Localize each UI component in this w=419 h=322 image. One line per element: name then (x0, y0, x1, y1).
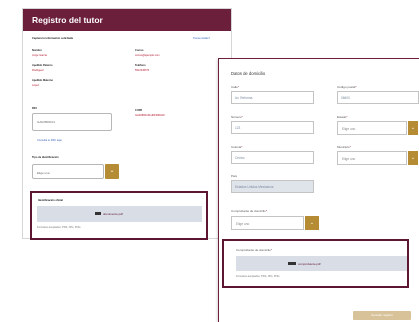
state-label: Estado* (337, 115, 348, 119)
id-upload-hint: Formatos aceptados: PDF, JPG, PNG (37, 226, 81, 229)
rfc-label: RFC (32, 107, 38, 110)
email-value: correo@ejemplo.com (135, 54, 160, 57)
postal-code-input-value: 06600 (341, 96, 350, 100)
id-type-select[interactable]: Elige una (32, 164, 104, 179)
municipality-select[interactable]: Elige uno (337, 151, 407, 165)
panel-header: Registro del tutor (23, 9, 231, 31)
section-label: Captura la información solicitada (32, 37, 73, 40)
file-icon (95, 212, 101, 215)
street-label: Calle* (231, 85, 240, 89)
id-upload-field[interactable]: documento.pdf (37, 206, 202, 222)
id-type-label: Tipo de identificación (32, 156, 59, 159)
state-select[interactable]: Elige uno (337, 121, 407, 135)
id-type-chevron-icon[interactable]: ⌄ (105, 164, 119, 179)
municipality-select-value: Elige uno (342, 157, 356, 161)
phone-value: 5512345678 (135, 69, 150, 72)
rfc-input[interactable]: GARJ800101 (32, 113, 112, 131)
maternal-name-label: Apellido Materno (32, 79, 54, 82)
save-button[interactable]: Guardar registro (353, 311, 411, 320)
colony-input-value: Centro (235, 156, 245, 160)
proof-type-chevron-icon[interactable]: ⌄ (305, 216, 319, 230)
email-label: Correo (135, 49, 144, 52)
municipality-chevron-icon[interactable]: ⌄ (408, 151, 418, 165)
proof-upload-highlight (222, 239, 409, 288)
first-name-value: Jorge Garcia (32, 54, 47, 57)
maternal-name-value: López (32, 84, 40, 87)
help-link[interactable]: Tienes dudas? (193, 37, 210, 40)
proof-type-select-value: Elige uno (236, 222, 250, 226)
state-select-value: Elige uno (342, 127, 356, 131)
paternal-name-value: Rodriguez (32, 69, 44, 72)
first-name-label: Nombre (32, 49, 42, 52)
street-input[interactable]: Av. Reforma (231, 91, 314, 104)
curp-value: GARJ800101HDFRRG09 (135, 114, 165, 117)
proof-type-label: Comprobante de domicilio* (231, 209, 268, 213)
colony-label: Colonia* (231, 145, 243, 149)
municipality-label: Municipio* (337, 145, 351, 149)
proof-type-select[interactable]: Elige uno (231, 216, 304, 230)
id-upload-filename: documento.pdf (103, 212, 123, 216)
rfc-input-value: GARJ800101 (37, 120, 56, 124)
phone-label: Teléfono (135, 64, 146, 67)
country-input: Estados Unidos Mexicanos (231, 180, 314, 193)
colony-input[interactable]: Centro (231, 151, 314, 164)
street-input-value: Av. Reforma (235, 96, 253, 100)
address-title: Datos de domicilio (231, 71, 266, 76)
state-chevron-icon[interactable]: ⌄ (408, 121, 418, 135)
curp-label: CURP (135, 109, 143, 112)
id-type-select-value: Elige una (37, 171, 50, 175)
postal-code-input[interactable]: 06600 (337, 91, 419, 104)
number-label: Número* (231, 115, 243, 119)
number-input[interactable]: 123 (231, 121, 314, 134)
postal-code-label: Código postal* (337, 85, 357, 89)
country-label: País (231, 174, 238, 178)
number-input-value: 123 (235, 126, 241, 130)
id-upload-label: Identificación oficial (38, 199, 63, 202)
paternal-name-label: Apellido Paterno (32, 64, 53, 67)
rfc-consult-link[interactable]: Consulta tu RFC aquí (37, 139, 217, 142)
country-input-value: Estados Unidos Mexicanos (235, 185, 274, 189)
